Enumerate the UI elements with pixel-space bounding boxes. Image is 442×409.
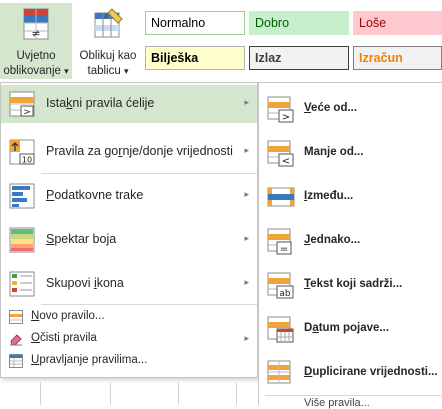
- data-bars-icon: [9, 183, 35, 209]
- svg-text:>: >: [282, 112, 290, 123]
- highlight-cells-rules-submenu: > Veće od... < Manje od... Između... = J…: [258, 82, 442, 409]
- svg-text:≠: ≠: [31, 27, 40, 40]
- menu-item-new-rule[interactable]: Novo pravilo...: [1, 306, 257, 328]
- menu-item-manage-rules[interactable]: Upravljanje pravilima...: [1, 350, 257, 372]
- style-calculation[interactable]: Izračun: [353, 46, 442, 70]
- highlight-cells-rules-icon: >: [9, 91, 35, 117]
- icon-sets-icon: [9, 271, 35, 297]
- clear-rules-icon: [10, 334, 22, 346]
- more-rules-item[interactable]: Više pravila...: [304, 397, 370, 409]
- format-as-table-icon: [94, 8, 123, 38]
- greater-than-icon: >: [267, 96, 294, 123]
- new-rule-icon: [9, 310, 23, 324]
- duplicate-values-icon: [267, 360, 291, 384]
- menu-separator: [41, 304, 257, 305]
- submenu-item-less-than[interactable]: < Manje od...: [259, 133, 442, 173]
- submenu-arrow-icon: ▸: [244, 97, 249, 107]
- svg-text:10: 10: [22, 156, 32, 165]
- between-icon: [267, 187, 295, 207]
- style-output[interactable]: Izlaz: [249, 46, 349, 70]
- top-bottom-rules-icon: 10: [9, 139, 35, 165]
- date-occurring-icon: [267, 316, 294, 343]
- submenu-item-between[interactable]: Između...: [259, 177, 442, 217]
- style-normal[interactable]: Normalno: [145, 11, 245, 35]
- style-note[interactable]: Bilješka: [145, 46, 245, 70]
- submenu-item-duplicate-values[interactable]: Duplicirane vrijednosti...: [259, 353, 442, 393]
- style-good[interactable]: Dobro: [249, 11, 349, 35]
- svg-text:=: =: [280, 244, 288, 255]
- menu-item-clear-rules[interactable]: Očisti pravila ▸: [1, 328, 257, 350]
- format-as-table-label: Oblikuj kao tablicu ▾: [79, 50, 137, 77]
- menu-item-icon-sets[interactable]: Skupovi ikona ▸: [1, 265, 257, 303]
- menu-item-data-bars[interactable]: Podatkovne trake ▸: [1, 177, 257, 215]
- menu-separator: [41, 173, 257, 174]
- submenu-item-equal-to[interactable]: = Jednako...: [259, 221, 442, 261]
- conditional-formatting-menu: > Istakni pravila ćelije ▸ 10 Pravila za…: [0, 82, 258, 378]
- less-than-icon: <: [267, 140, 294, 167]
- submenu-arrow-icon: ▸: [244, 277, 249, 287]
- submenu-arrow-icon: ▸: [244, 333, 249, 343]
- color-scales-icon: [9, 227, 35, 253]
- svg-text:>: >: [23, 108, 31, 118]
- submenu-arrow-icon: ▸: [244, 145, 249, 155]
- ribbon-styles-group: ≠ Uvjetno oblikovanje ▾ Oblikuj kao tabl…: [0, 0, 442, 82]
- submenu-arrow-icon: ▸: [244, 233, 249, 243]
- menu-item-highlight-cells-rules[interactable]: > Istakni pravila ćelije ▸: [1, 85, 257, 123]
- manage-rules-icon: [9, 354, 23, 368]
- submenu-item-date-occurring[interactable]: Datum pojave...: [259, 309, 442, 349]
- svg-text:ab: ab: [279, 289, 291, 299]
- svg-text:<: <: [282, 156, 290, 167]
- submenu-item-greater-than[interactable]: > Veće od...: [259, 89, 442, 129]
- style-bad[interactable]: Loše: [353, 11, 442, 35]
- conditional-formatting-button[interactable]: ≠ Uvjetno oblikovanje ▾: [0, 3, 72, 79]
- format-as-table-button[interactable]: Oblikuj kao tablicu ▾: [74, 3, 142, 79]
- text-contains-icon: ab: [267, 272, 294, 299]
- submenu-separator: [265, 395, 442, 396]
- conditional-formatting-label: Uvjetno oblikovanje ▾: [3, 50, 69, 77]
- submenu-arrow-icon: ▸: [244, 189, 249, 199]
- conditional-formatting-icon: ≠: [23, 8, 49, 40]
- equal-to-icon: =: [267, 228, 292, 255]
- menu-item-color-scales[interactable]: Spektar boja ▸: [1, 221, 257, 259]
- menu-item-top-bottom-rules[interactable]: 10 Pravila za gornje/donje vrijednosti ▸: [1, 133, 257, 171]
- submenu-item-text-contains[interactable]: ab Tekst koji sadrži...: [259, 265, 442, 305]
